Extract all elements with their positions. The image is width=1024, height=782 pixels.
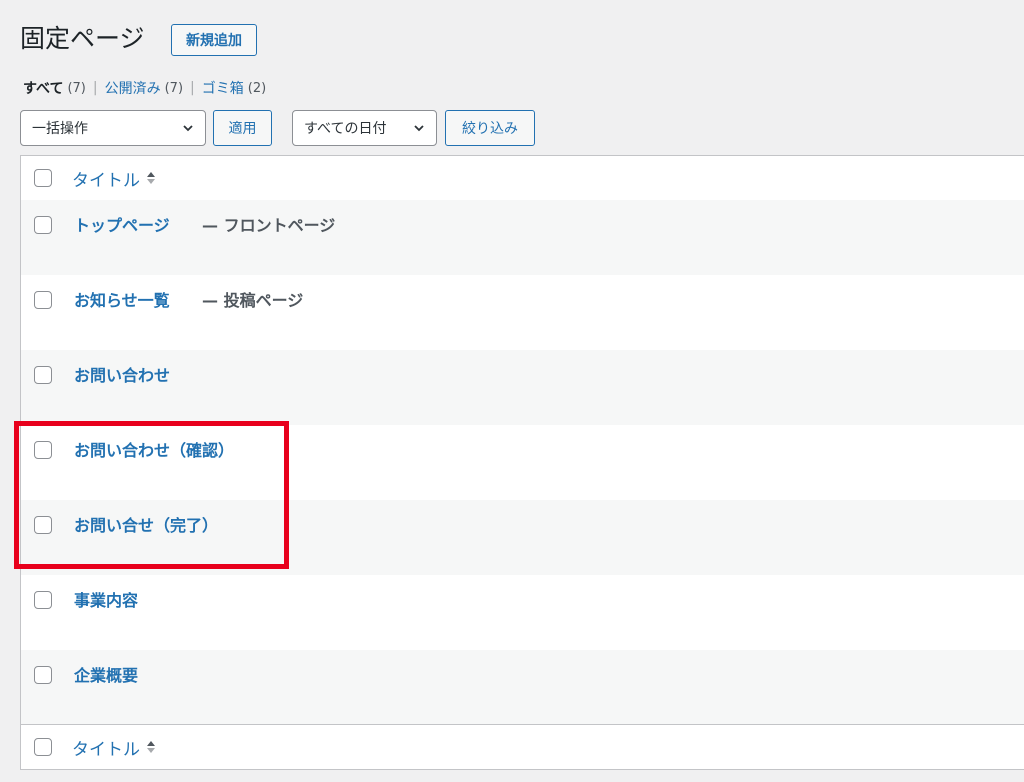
table-row: お知らせ一覧 — 投稿ページ <box>21 275 1024 350</box>
bulk-action-selected-value: 一括操作 <box>32 121 88 137</box>
table-row: お問い合せ（完了） <box>21 500 1024 575</box>
row-checkbox[interactable] <box>34 291 52 309</box>
row-title-link[interactable]: お知らせ一覧 <box>74 287 170 311</box>
row-checkbox[interactable] <box>34 441 52 459</box>
title-column-sort[interactable]: タイトル <box>72 156 156 200</box>
filter-published-link[interactable]: 公開済み <box>105 78 161 98</box>
row-title-link[interactable]: お問い合わせ <box>74 362 170 386</box>
row-checkbox[interactable] <box>34 591 52 609</box>
sort-icon <box>147 172 155 184</box>
table-row: お問い合わせ（確認） <box>21 425 1024 500</box>
chevron-down-icon <box>414 125 424 132</box>
row-title-link[interactable]: お問い合わせ（確認） <box>74 437 234 461</box>
page-title: 固定ページ <box>20 24 145 53</box>
row-title-link[interactable]: お問い合せ（完了） <box>74 512 218 536</box>
table-row: トップページ — フロントページ <box>21 200 1024 275</box>
table-footer: タイトル <box>21 724 1024 769</box>
title-column-label: タイトル <box>72 170 140 191</box>
chevron-down-icon <box>183 125 193 132</box>
filter-published-count: (7) <box>164 80 184 96</box>
filter-trash-link[interactable]: ゴミ箱 <box>202 78 244 98</box>
filter-trash-count: (2) <box>247 80 267 96</box>
pages-table: タイトル トップページ — フロントページ お知らせ一覧 — 投稿ページ お問い <box>20 155 1024 770</box>
select-all-checkbox-footer[interactable] <box>34 738 52 756</box>
add-new-button[interactable]: 新規追加 <box>171 24 257 56</box>
row-title-link[interactable]: 企業概要 <box>74 662 138 686</box>
status-filter-links: すべて (7) | 公開済み (7) | ゴミ箱 (2) <box>23 78 266 98</box>
filter-separator: | <box>190 80 195 96</box>
row-checkbox[interactable] <box>34 366 52 384</box>
apply-button[interactable]: 適用 <box>213 110 272 146</box>
title-column-label: タイトル <box>72 739 140 760</box>
select-all-checkbox[interactable] <box>34 169 52 187</box>
row-checkbox[interactable] <box>34 216 52 234</box>
row-title-link[interactable]: トップページ <box>74 212 170 236</box>
table-row: 企業概要 <box>21 650 1024 725</box>
title-column-sort-footer[interactable]: タイトル <box>72 725 156 769</box>
filter-separator: | <box>92 80 98 96</box>
date-filter-select[interactable]: すべての日付 <box>292 110 437 146</box>
filter-button[interactable]: 絞り込み <box>445 110 535 146</box>
table-header: タイトル <box>21 156 1024 201</box>
post-state-label: — フロントページ <box>202 216 336 235</box>
bulk-action-select[interactable]: 一括操作 <box>20 110 206 146</box>
table-row: 事業内容 <box>21 575 1024 650</box>
row-title-link[interactable]: 事業内容 <box>74 587 138 611</box>
row-checkbox[interactable] <box>34 666 52 684</box>
pages-list-screen: 固定ページ 新規追加 すべて (7) | 公開済み (7) | ゴミ箱 (2) … <box>0 0 1024 782</box>
post-state-label: — 投稿ページ <box>202 291 304 310</box>
sort-icon <box>147 741 155 753</box>
table-body: トップページ — フロントページ お知らせ一覧 — 投稿ページ お問い合わせ お… <box>21 200 1024 725</box>
table-row: お問い合わせ <box>21 350 1024 425</box>
filter-all-count: (7) <box>67 80 86 96</box>
date-filter-selected-value: すべての日付 <box>304 121 387 137</box>
row-checkbox[interactable] <box>34 516 52 534</box>
filter-all-link[interactable]: すべて <box>23 78 63 98</box>
